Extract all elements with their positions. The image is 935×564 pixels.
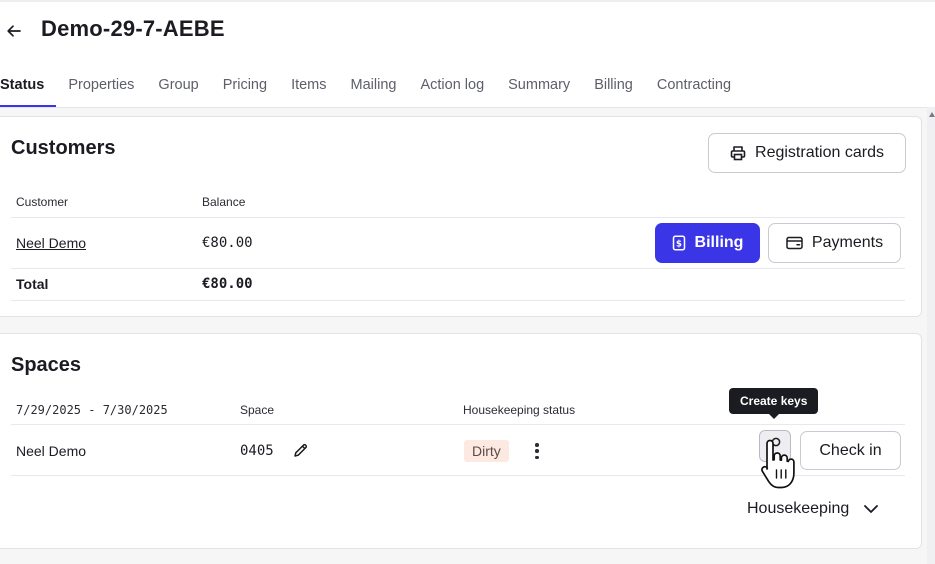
check-in-label: Check in — [819, 441, 882, 459]
scrollbar[interactable] — [927, 107, 935, 564]
customers-title: Customers — [11, 137, 116, 159]
more-vertical-icon[interactable] — [529, 440, 545, 462]
tab-contracting[interactable]: Contracting — [645, 75, 743, 107]
pencil-icon[interactable] — [293, 443, 308, 458]
create-keys-tooltip: Create keys — [729, 388, 819, 419]
page-title: Demo-29-7-AEBE — [41, 16, 225, 41]
tab-status[interactable]: Status — [0, 75, 57, 107]
total-balance: €80.00 — [202, 276, 253, 292]
total-label: Total — [16, 276, 49, 292]
key-icon — [769, 437, 781, 452]
housekeeping-status-badge: Dirty — [464, 440, 509, 462]
customers-card: Customers Registration cards Customer Ba… — [0, 116, 922, 317]
tabs-divider — [0, 107, 935, 108]
tab-group[interactable]: Group — [146, 75, 210, 107]
tab-billing[interactable]: Billing — [582, 75, 645, 107]
registration-cards-label: Registration cards — [755, 144, 884, 161]
billing-doc-icon: $ — [672, 235, 685, 251]
divider — [11, 268, 905, 269]
payments-button-label: Payments — [811, 234, 884, 251]
divider — [11, 475, 905, 476]
space-number: 0405 — [240, 443, 274, 459]
customer-name-link[interactable]: Neel Demo — [16, 235, 86, 251]
payments-button[interactable]: Payments — [768, 223, 901, 263]
billing-button-label: Billing — [694, 234, 744, 251]
balance-column-header: Balance — [202, 195, 246, 209]
printer-icon — [730, 146, 746, 161]
housekeeping-dropdown-label: Housekeeping — [747, 500, 850, 517]
tab-bar: Status Properties Group Pricing Items Ma… — [0, 75, 743, 109]
spaces-title: Spaces — [11, 354, 82, 376]
back-arrow-icon[interactable] — [6, 23, 22, 39]
tab-mailing[interactable]: Mailing — [339, 75, 409, 107]
tab-items[interactable]: Items — [279, 75, 338, 107]
chevron-down-icon — [864, 505, 879, 513]
tab-summary[interactable]: Summary — [496, 75, 582, 107]
billing-button[interactable]: $ Billing — [655, 223, 760, 263]
space-column-header: Space — [240, 403, 275, 417]
guest-name: Neel Demo — [16, 443, 87, 459]
tab-action-log[interactable]: Action log — [408, 75, 496, 107]
tab-pricing[interactable]: Pricing — [211, 75, 279, 107]
check-in-button[interactable]: Check in — [800, 431, 901, 470]
housekeeping-column-header: Housekeeping status — [463, 403, 576, 417]
wallet-icon — [786, 236, 803, 250]
create-keys-button[interactable] — [759, 430, 791, 462]
scroll-up-arrow-icon[interactable] — [929, 112, 935, 117]
divider — [11, 424, 905, 425]
divider — [11, 217, 905, 218]
divider — [11, 300, 905, 301]
tab-properties[interactable]: Properties — [56, 75, 146, 107]
svg-text:$: $ — [676, 239, 682, 249]
customer-column-header: Customer — [16, 195, 69, 209]
dates-column-header: 7/29/2025 - 7/30/2025 — [16, 403, 168, 417]
page-header: Demo-29-7-AEBE Status Properties Group P… — [0, 0, 935, 109]
housekeeping-dropdown[interactable]: Housekeeping — [747, 500, 879, 518]
registration-cards-button[interactable]: Registration cards — [708, 133, 906, 173]
customer-balance: €80.00 — [202, 235, 253, 251]
